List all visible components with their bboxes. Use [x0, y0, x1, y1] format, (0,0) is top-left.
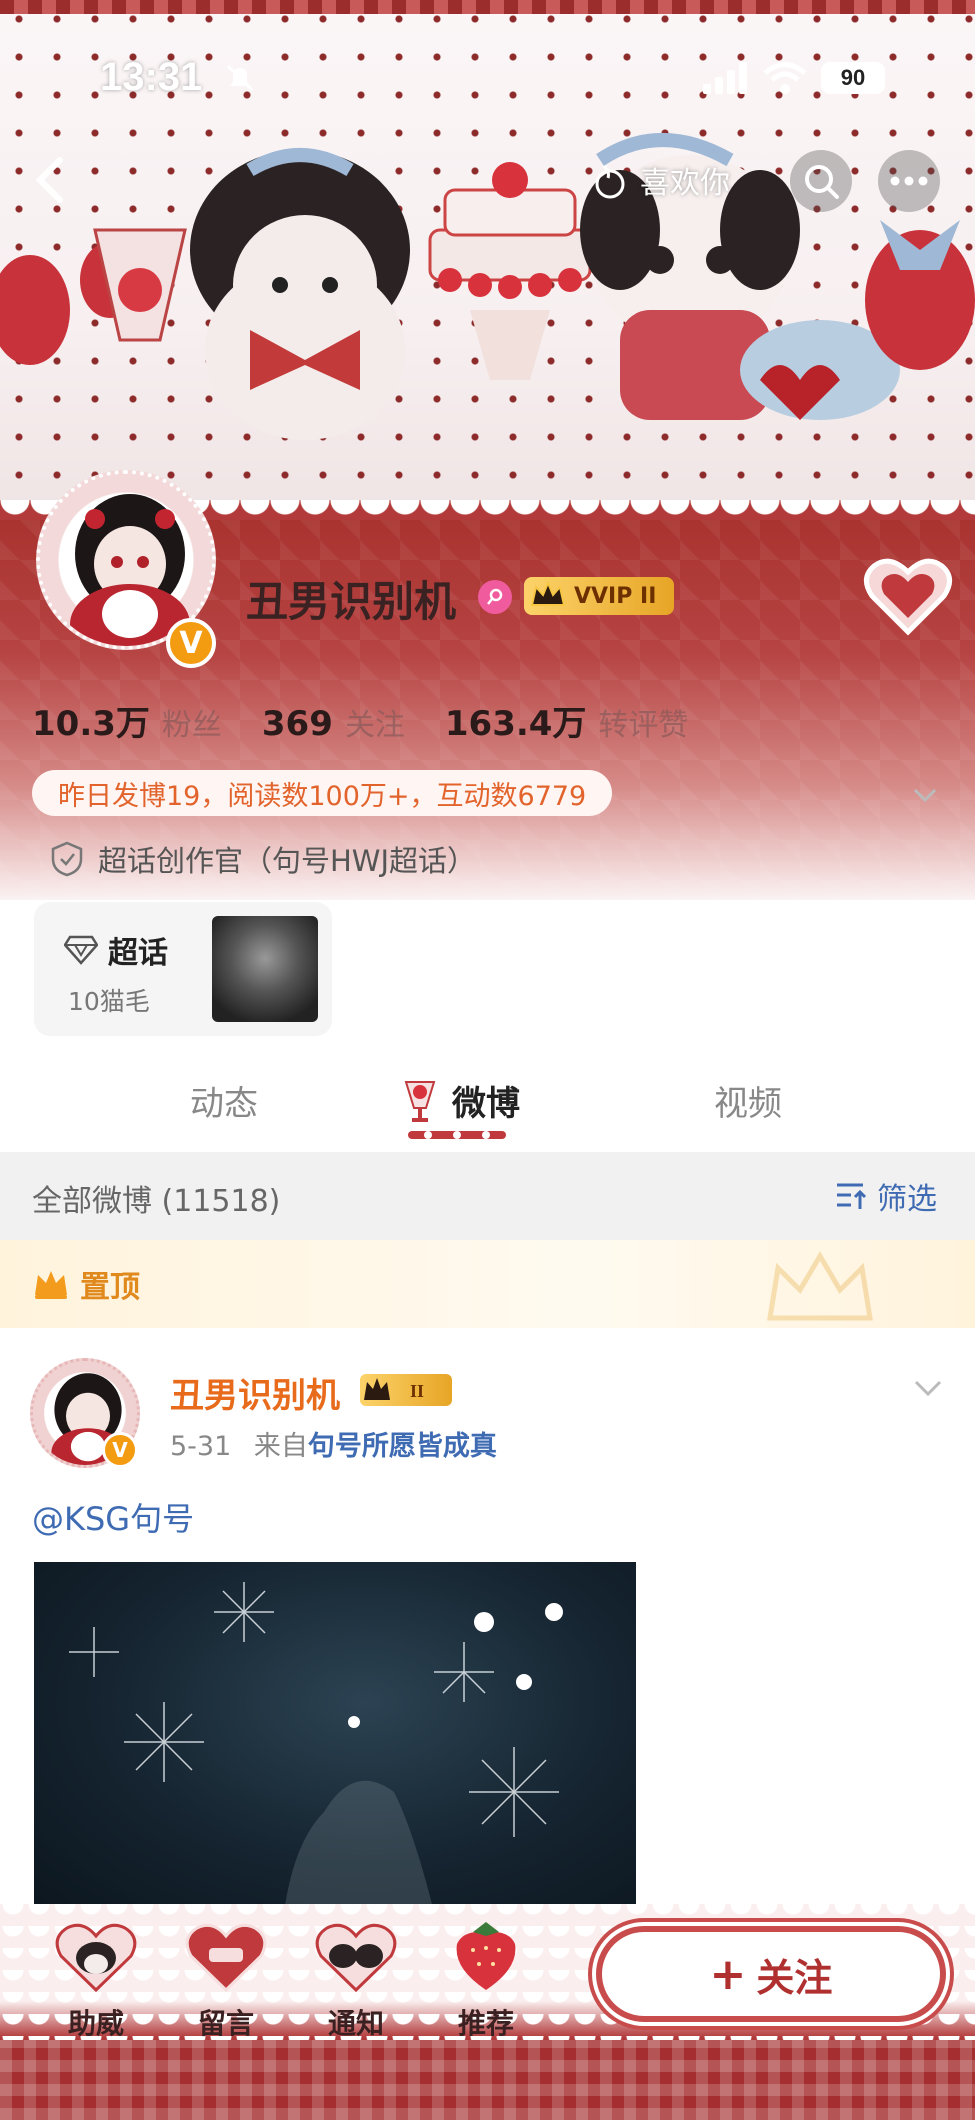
shield-icon — [51, 841, 83, 877]
creator-title: 超话创作官（句号HWJ超话） — [98, 844, 477, 878]
crown-watermark-icon — [767, 1251, 873, 1321]
fireworks-illustration — [69, 1582, 563, 1912]
vvip-badge[interactable]: VVIP II — [524, 577, 675, 615]
post-image-fireworks[interactable] — [34, 1562, 636, 1912]
recommend-button[interactable]: 推荐 — [436, 1918, 536, 2042]
tab-video[interactable]: 视频 — [714, 1076, 782, 1125]
post-date: 5-31 — [170, 1431, 232, 1462]
post-text[interactable]: @KSG句号 — [32, 1494, 194, 1540]
diamond-icon — [64, 935, 98, 965]
tab-active-indicator — [408, 1131, 506, 1139]
post-source[interactable]: 句号所愿皆成真 — [308, 1431, 497, 1462]
stat-interactions[interactable]: 163.4万 转评赞 — [445, 696, 689, 745]
vip-badge-icon[interactable]: II — [360, 1374, 452, 1406]
gingham-pattern — [0, 2040, 975, 2120]
mute-bell-icon — [226, 64, 254, 92]
filter-bar: 全部微博 (11518) 筛选 — [0, 1152, 975, 1240]
message-button[interactable]: 留言 — [176, 1918, 276, 2042]
stat-number: 10.3万 — [32, 704, 150, 744]
chevron-down-icon[interactable] — [910, 780, 940, 810]
post-from-prefix: 来自 — [253, 1431, 308, 1462]
stat-number: 369 — [261, 704, 333, 744]
follow-label: 关注 — [756, 1955, 833, 2000]
battery-indicator: 90 — [821, 62, 885, 94]
parfait-icon — [404, 1081, 436, 1122]
like-you-label: 喜欢你 — [640, 166, 730, 201]
tab-feed[interactable]: 动态 — [190, 1076, 258, 1125]
post-meta: 5-31 来自句号所愿皆成真 — [170, 1424, 497, 1463]
status-indicators: 90 — [703, 62, 885, 94]
stat-number: 163.4万 — [444, 704, 587, 744]
crown-icon — [35, 1271, 67, 1299]
stat-label: 转评赞 — [598, 708, 689, 743]
profile-username: 丑男识别机 — [246, 577, 457, 626]
chevron-down-icon[interactable] — [912, 1372, 944, 1404]
wifi-icon — [763, 62, 807, 94]
signal-icon — [703, 62, 747, 94]
female-gender-icon — [478, 580, 512, 614]
follow-button[interactable]: + 关注 — [596, 1926, 946, 2022]
message-label: 留言 — [197, 2007, 254, 2040]
supertopic-subtitle: 10猫毛 — [68, 987, 150, 1016]
hand-heart-icon — [595, 164, 625, 199]
cheer-button[interactable]: 助威 — [46, 1918, 146, 2042]
all-posts-count: 全部微博 (11518) — [32, 1184, 281, 1219]
strawberry-icon — [456, 1922, 516, 1990]
profile-stats: 10.3万 粉丝 369 关注 163.4万 转评赞 — [32, 696, 728, 745]
more-dots-icon — [890, 176, 928, 186]
filter-sort-icon — [837, 1183, 867, 1209]
pinned-label-row: 置顶 — [32, 1262, 140, 1306]
cheer-label: 助威 — [67, 2007, 124, 2040]
stat-followers[interactable]: 10.3万 粉丝 — [32, 696, 222, 745]
svg-text:II: II — [410, 1381, 424, 1401]
back-arrow-icon[interactable] — [22, 150, 82, 210]
supertopic-title-row: 超话 — [64, 928, 168, 972]
filter-label: 筛选 — [877, 1182, 937, 1217]
stat-label: 关注 — [344, 708, 405, 743]
search-icon — [805, 165, 839, 199]
tab-weibo[interactable]: 微博 — [452, 1076, 520, 1125]
pinned-label: 置顶 — [80, 1270, 140, 1305]
verified-badge-icon: V — [166, 618, 216, 668]
recommend-label: 推荐 — [457, 2007, 514, 2040]
lace-heart-icon — [864, 558, 952, 636]
pinned-header: 置顶 — [0, 1240, 975, 1328]
filter-button[interactable]: 筛选 — [835, 1174, 937, 1218]
dogs-heart-icon — [315, 1923, 397, 1993]
vvip-label: VVIP II — [574, 583, 657, 609]
activity-summary-pill[interactable]: 昨日发博19，阅读数100万+，互动数6779 — [32, 770, 613, 816]
creator-title-row[interactable]: 超话创作官（句号HWJ超话） — [50, 838, 476, 880]
supertopic-cat-thumbnail — [212, 916, 318, 1022]
like-you-button[interactable]: 喜欢你 — [590, 152, 730, 208]
more-button[interactable] — [878, 150, 940, 212]
post-author-name[interactable]: 丑男识别机 — [170, 1368, 340, 1417]
search-button[interactable] — [790, 150, 852, 212]
supertopic-title: 超话 — [108, 936, 168, 971]
notify-button[interactable]: 通知 — [306, 1918, 406, 2042]
baby-heart-icon — [185, 1923, 267, 1993]
crown-icon — [530, 580, 566, 606]
plus-icon: + — [709, 1948, 747, 2000]
status-bar: 13:31 90 — [0, 0, 975, 160]
status-time: 13:31 — [100, 55, 203, 99]
supertopic-card[interactable]: 超话 10猫毛 — [34, 902, 332, 1036]
notify-label: 通知 — [327, 2007, 384, 2040]
stat-following[interactable]: 369 关注 — [262, 700, 405, 744]
dog-heart-icon — [55, 1923, 137, 1993]
stat-label: 粉丝 — [161, 708, 222, 743]
verified-badge-icon: V — [102, 1432, 138, 1468]
